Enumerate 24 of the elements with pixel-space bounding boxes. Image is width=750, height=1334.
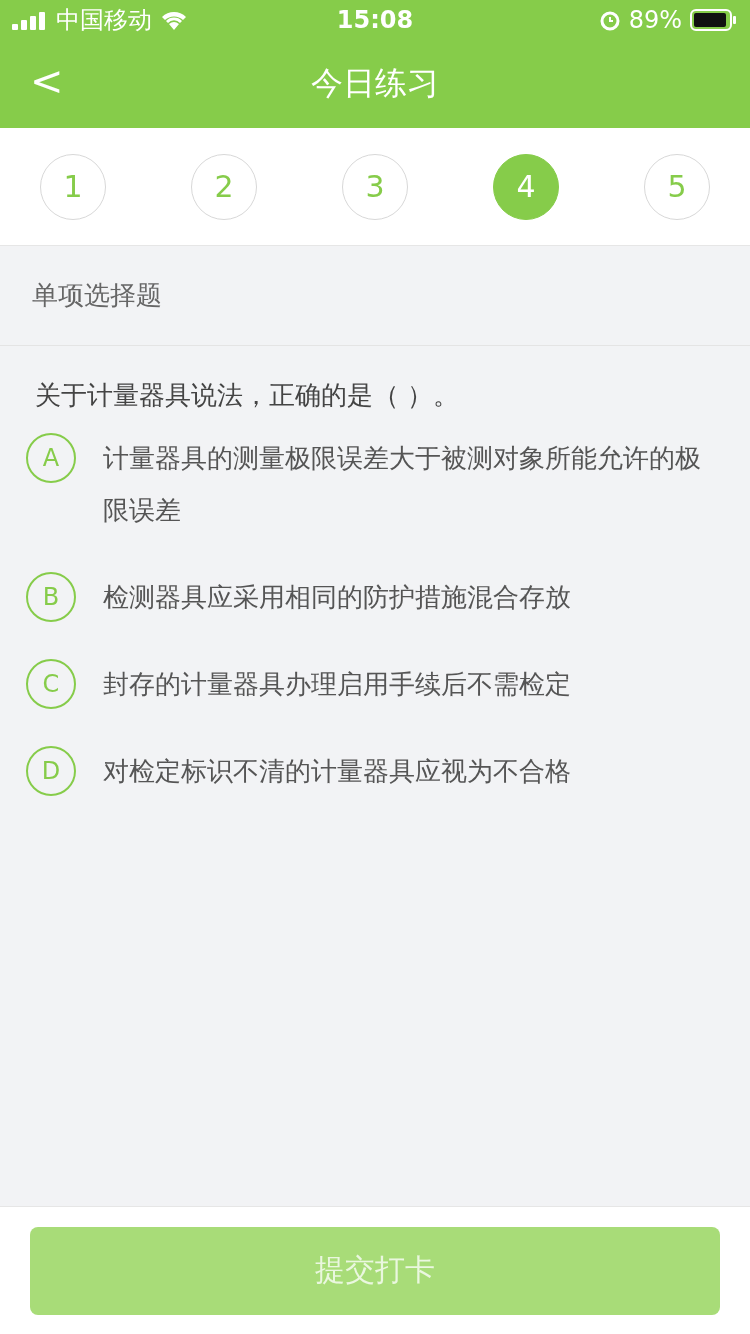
clock-time: 15:08 xyxy=(336,6,414,34)
battery-percent: 89% xyxy=(628,6,682,34)
option-letter[interactable]: C xyxy=(26,659,76,709)
question-number[interactable]: 4 xyxy=(493,153,559,220)
question-number[interactable]: 1 xyxy=(40,153,106,220)
carrier-name: 中国移动 xyxy=(56,5,152,36)
option-text[interactable]: 封存的计量器具办理启用手续后不需检定 xyxy=(103,658,713,710)
option-letter[interactable]: B xyxy=(26,572,76,622)
question-type: 单项选择题 xyxy=(32,279,162,312)
question-number[interactable]: 3 xyxy=(342,153,408,220)
option-text[interactable]: 检测器具应采用相同的防护措施混合存放 xyxy=(103,571,713,623)
option-letter[interactable]: D xyxy=(26,746,76,796)
battery-icon xyxy=(690,9,738,31)
question-number[interactable]: 5 xyxy=(644,153,710,220)
wifi-icon xyxy=(160,10,188,30)
option-text[interactable]: 对检定标识不清的计量器具应视为不合格 xyxy=(103,745,713,797)
page-title: 今日练习 xyxy=(311,63,439,104)
back-button[interactable]: < xyxy=(20,58,74,104)
signal-icon xyxy=(12,10,48,30)
alarm-icon xyxy=(598,9,621,31)
option-text[interactable]: 计量器具的测量极限误差大于被测对象所能允许的极限误差 xyxy=(103,432,713,536)
question-text: 关于计量器具说法，正确的是（ ）。 xyxy=(34,379,461,412)
option-letter[interactable]: A xyxy=(26,433,76,483)
question-number[interactable]: 2 xyxy=(191,153,257,220)
